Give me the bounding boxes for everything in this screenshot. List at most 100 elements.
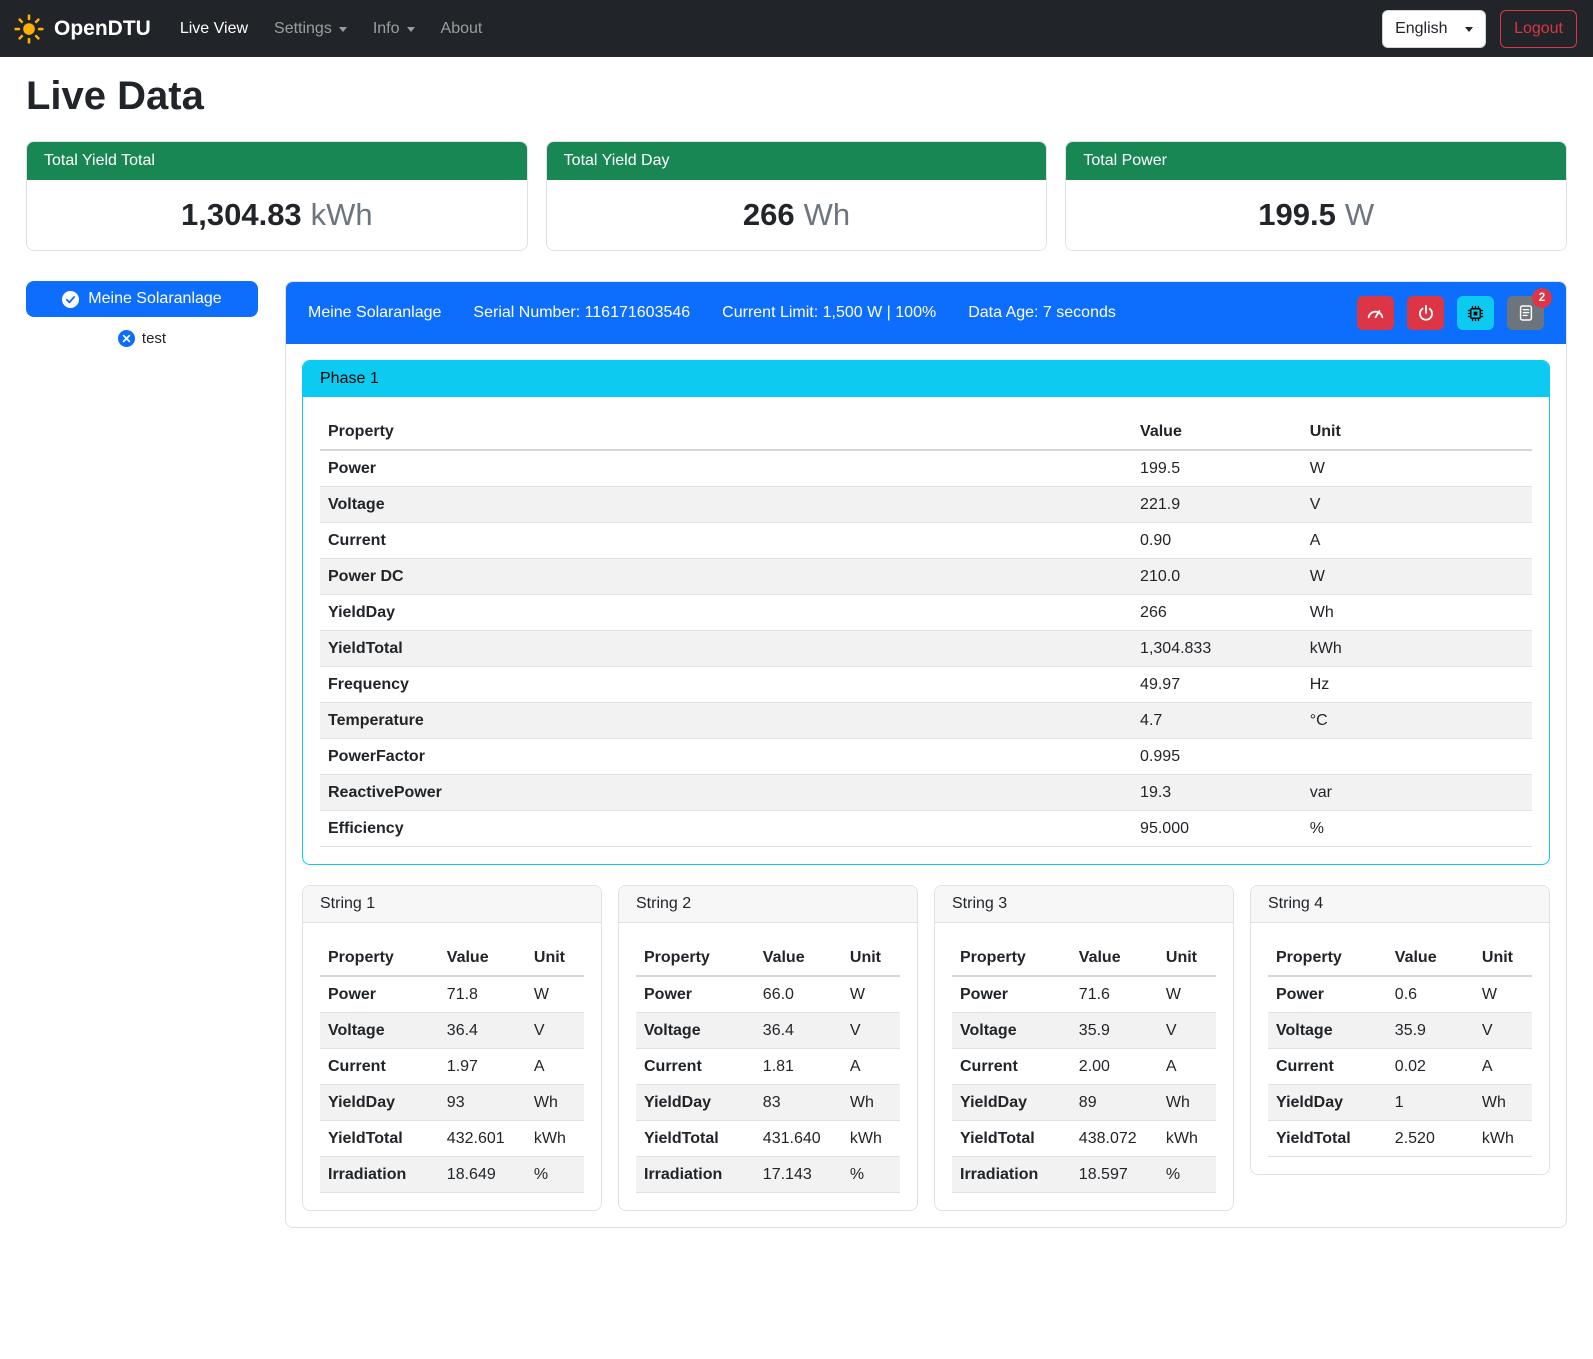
string-table: Property Value Unit Power xyxy=(1268,940,1532,1157)
cell-property: YieldDay xyxy=(1268,1085,1387,1121)
nav-item-live-view[interactable]: Live View xyxy=(167,12,261,46)
column-header-value: Value xyxy=(755,940,842,976)
cell-unit: % xyxy=(526,1157,584,1193)
summary-cards: Total Yield Total 1,304.83kWh Total Yiel… xyxy=(26,141,1567,251)
logout-button[interactable]: Logout xyxy=(1500,10,1577,48)
column-header-property: Property xyxy=(320,414,1132,450)
page-title: Live Data xyxy=(26,74,1567,119)
cell-property: YieldTotal xyxy=(320,1121,439,1157)
inverter-item-test[interactable]: test xyxy=(26,330,258,347)
string-table: Property Value Unit Power xyxy=(636,940,900,1193)
cell-value: 95.000 xyxy=(1132,811,1302,847)
cell-value: 0.995 xyxy=(1132,739,1302,775)
cell-property: Frequency xyxy=(320,667,1132,703)
sun-icon xyxy=(14,14,44,44)
journal-text-icon xyxy=(1517,304,1535,322)
table-row: Power 71.6 W xyxy=(952,976,1216,1013)
power-button[interactable] xyxy=(1407,296,1444,330)
cell-unit: V xyxy=(526,1013,584,1049)
inverter-select-label: Meine Solaranlage xyxy=(88,290,221,308)
cell-unit: kWh xyxy=(1474,1121,1532,1157)
cell-property: Irradiation xyxy=(952,1157,1071,1193)
cell-unit: % xyxy=(1158,1157,1216,1193)
table-row: YieldTotal 432.601 kWh xyxy=(320,1121,584,1157)
string-title: String 4 xyxy=(1251,886,1549,923)
nav-item-settings[interactable]: Settings xyxy=(261,12,360,46)
check-circle-icon xyxy=(62,291,79,308)
cell-unit: Wh xyxy=(1302,595,1532,631)
inverter-panel: Meine Solaranlage Serial Number: 1161716… xyxy=(285,281,1567,1228)
cell-unit: V xyxy=(1158,1013,1216,1049)
cell-property: ReactivePower xyxy=(320,775,1132,811)
table-row: Irradiation 17.143 % xyxy=(636,1157,900,1193)
table-header-row: Property Value Unit xyxy=(636,940,900,976)
table-row: Current 1.97 A xyxy=(320,1049,584,1085)
cell-value: 2.00 xyxy=(1071,1049,1158,1085)
table-header-row: Property Value Unit xyxy=(1268,940,1532,976)
limit-settings-button[interactable] xyxy=(1357,296,1394,330)
cpu-icon xyxy=(1466,304,1485,323)
cell-property: Temperature xyxy=(320,703,1132,739)
cell-value: 1,304.833 xyxy=(1132,631,1302,667)
event-log-button[interactable]: 2 xyxy=(1507,296,1544,330)
string-card-2: String 2 Property Value Unit xyxy=(618,885,918,1211)
cell-property: Efficiency xyxy=(320,811,1132,847)
cell-property: Power DC xyxy=(320,559,1132,595)
cell-property: Current xyxy=(636,1049,755,1085)
column-header-property: Property xyxy=(636,940,755,976)
cell-property: Current xyxy=(320,523,1132,559)
cell-unit: Wh xyxy=(842,1085,900,1121)
cell-value: 71.6 xyxy=(1071,976,1158,1013)
cell-unit xyxy=(1302,739,1532,775)
inverter-name: Meine Solaranlage xyxy=(308,304,441,322)
column-header-value: Value xyxy=(1132,414,1302,450)
brand[interactable]: OpenDTU xyxy=(14,14,151,44)
inverter-serial: Serial Number: 116171603546 xyxy=(473,304,690,322)
cell-value: 93 xyxy=(439,1085,526,1121)
cell-value: 18.597 xyxy=(1071,1157,1158,1193)
table-row: Power 199.5 W xyxy=(320,450,1532,487)
table-row: YieldTotal 1,304.833 kWh xyxy=(320,631,1532,667)
cell-property: YieldDay xyxy=(320,1085,439,1121)
string-card-3: String 3 Property Value Unit xyxy=(934,885,1234,1211)
cell-property: Current xyxy=(320,1049,439,1085)
cell-unit: kWh xyxy=(1302,631,1532,667)
nav-item-about[interactable]: About xyxy=(428,12,496,46)
column-header-value: Value xyxy=(1071,940,1158,976)
cell-unit: % xyxy=(1302,811,1532,847)
table-header-row: Property Value Unit xyxy=(952,940,1216,976)
cell-property: YieldTotal xyxy=(320,631,1132,667)
summary-card-unit: kWh xyxy=(311,197,373,232)
table-row: Current 0.02 A xyxy=(1268,1049,1532,1085)
language-select[interactable]: English xyxy=(1382,10,1486,48)
cell-value: 19.3 xyxy=(1132,775,1302,811)
cell-value: 89 xyxy=(1071,1085,1158,1121)
cell-unit: V xyxy=(1474,1013,1532,1049)
cell-property: Voltage xyxy=(320,1013,439,1049)
cell-value: 431.640 xyxy=(755,1121,842,1157)
column-header-property: Property xyxy=(1268,940,1387,976)
table-row: Temperature 4.7 °C xyxy=(320,703,1532,739)
cell-value: 4.7 xyxy=(1132,703,1302,739)
string-title: String 3 xyxy=(935,886,1233,923)
inverter-select-button[interactable]: Meine Solaranlage xyxy=(26,281,258,317)
column-header-unit: Unit xyxy=(526,940,584,976)
table-row: Voltage 36.4 V xyxy=(320,1013,584,1049)
cell-unit: kWh xyxy=(526,1121,584,1157)
table-row: Power 71.8 W xyxy=(320,976,584,1013)
table-row: Power 0.6 W xyxy=(1268,976,1532,1013)
table-row: Irradiation 18.597 % xyxy=(952,1157,1216,1193)
cell-value: 49.97 xyxy=(1132,667,1302,703)
cell-value: 0.90 xyxy=(1132,523,1302,559)
nav-item-info[interactable]: Info xyxy=(360,12,428,46)
brand-label: OpenDTU xyxy=(54,17,151,41)
cell-property: Power xyxy=(952,976,1071,1013)
cell-property: Irradiation xyxy=(636,1157,755,1193)
table-row: Power 66.0 W xyxy=(636,976,900,1013)
device-info-button[interactable] xyxy=(1457,296,1494,330)
cell-unit: % xyxy=(842,1157,900,1193)
cell-property: Current xyxy=(952,1049,1071,1085)
summary-card-title: Total Yield Total xyxy=(27,142,527,180)
table-row: Voltage 35.9 V xyxy=(1268,1013,1532,1049)
cell-unit: Wh xyxy=(1158,1085,1216,1121)
